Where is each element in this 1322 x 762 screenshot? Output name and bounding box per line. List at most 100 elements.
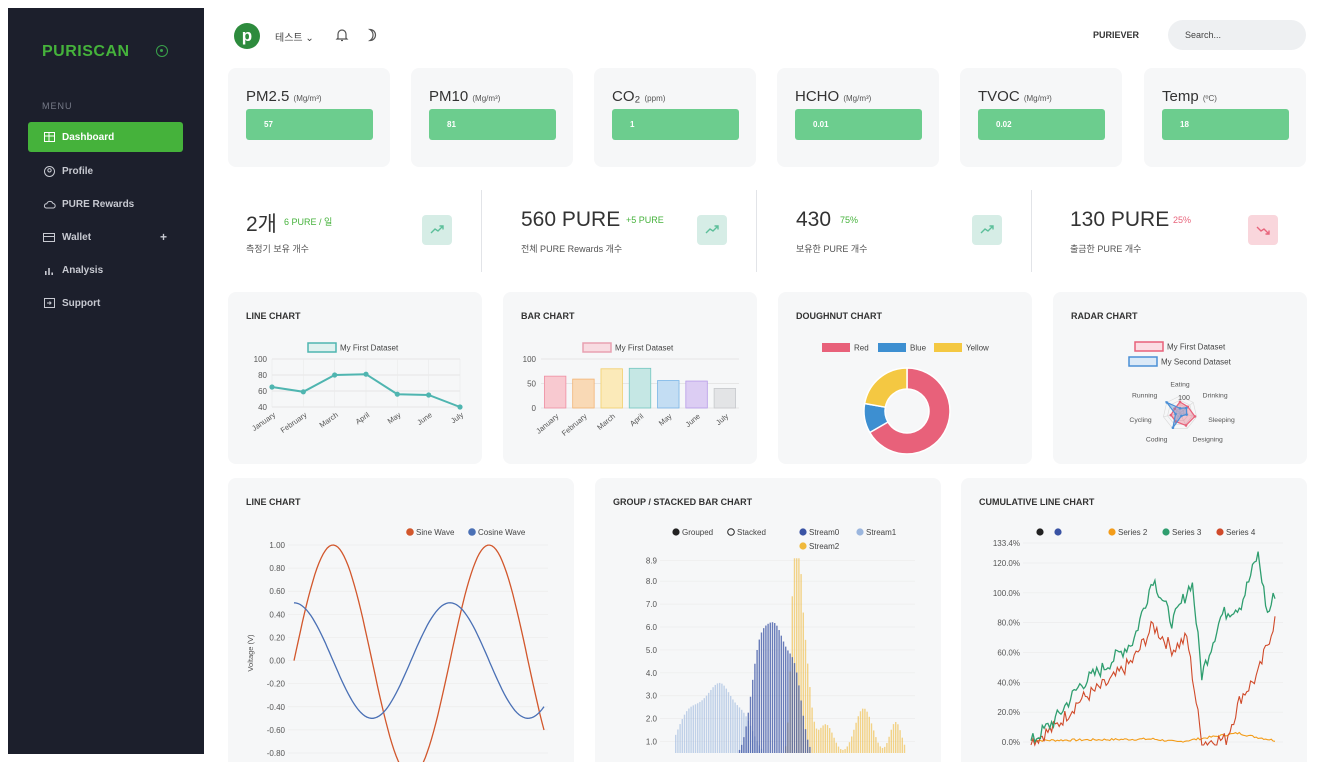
legend-label: Yellow bbox=[966, 344, 989, 353]
bar bbox=[677, 729, 679, 753]
x-tick-label: March bbox=[318, 410, 340, 429]
bar bbox=[899, 730, 901, 753]
expand-icon[interactable]: + bbox=[160, 230, 167, 244]
y-tick-label: 0.80 bbox=[269, 564, 285, 573]
data-point bbox=[363, 371, 369, 377]
target-icon[interactable] bbox=[156, 45, 168, 57]
metric-unit: (Mg/m³) bbox=[843, 94, 872, 103]
card-cumulative-chart: CUMULATIVE LINE CHART 133.4% 120.0% 100.0%… bbox=[961, 478, 1307, 762]
sidebar-item-label: Dashboard bbox=[62, 131, 115, 143]
bar bbox=[903, 744, 906, 753]
legend-marker bbox=[406, 528, 414, 536]
bar bbox=[776, 625, 778, 753]
bar bbox=[890, 729, 892, 753]
bar bbox=[824, 724, 826, 753]
support-icon bbox=[42, 297, 56, 309]
moon-icon[interactable] bbox=[365, 27, 379, 43]
y-tick-label: 0.40 bbox=[269, 610, 285, 619]
search-input[interactable] bbox=[1168, 20, 1306, 50]
divider bbox=[756, 190, 757, 272]
data-point bbox=[457, 404, 463, 410]
data-point bbox=[1169, 413, 1173, 417]
y-tick-label: 3.0 bbox=[646, 692, 658, 701]
metric-value-bar: 0.02 bbox=[978, 109, 1105, 140]
sidebar-item-label: Support bbox=[62, 297, 101, 309]
card-bar-chart: BAR CHART 100 50 0 My First Dataset January F… bbox=[503, 292, 757, 464]
legend-label: My Second Dataset bbox=[1161, 358, 1232, 367]
stat-caption: 측정기 보유 개수 bbox=[246, 244, 309, 254]
sidebar-item-pure-rewards[interactable]: PURE Rewards bbox=[28, 189, 183, 219]
x-tick-label: January bbox=[250, 410, 277, 433]
bar bbox=[657, 380, 680, 409]
stacked-bar-chart: 8.9 8.0 7.0 6.0 5.0 4.0 3.0 2.0 1.0 Grouped Stacke… bbox=[646, 528, 915, 753]
axis-label: Designing bbox=[1193, 437, 1223, 444]
bar bbox=[842, 749, 844, 753]
bar bbox=[866, 711, 868, 753]
bar bbox=[796, 672, 798, 753]
bar bbox=[752, 679, 754, 753]
bar bbox=[721, 683, 723, 753]
sidebar-item-profile[interactable]: Profile bbox=[28, 156, 183, 186]
bar bbox=[809, 746, 811, 753]
metric-card-hcho: HCHO (Mg/m³) 0.01 bbox=[777, 68, 939, 167]
y-tick-label: 8.0 bbox=[646, 577, 658, 586]
series-line bbox=[1030, 551, 1276, 744]
app-logo[interactable]: p bbox=[234, 23, 260, 49]
y-tick-label: 60.0% bbox=[997, 648, 1020, 657]
bar bbox=[767, 623, 769, 753]
username-label[interactable]: PURIEVER bbox=[1093, 30, 1139, 40]
card-doughnut-chart: DOUGHNUT CHART Red Blue Yellow bbox=[778, 292, 1032, 464]
legend-marker bbox=[799, 528, 807, 536]
y-tick-label: 20.0% bbox=[997, 708, 1020, 717]
y-tick-label: 7.0 bbox=[646, 600, 658, 609]
bell-icon[interactable] bbox=[335, 27, 349, 43]
legend-swatch bbox=[582, 342, 612, 353]
legend-label: My First Dataset bbox=[340, 344, 399, 353]
bar bbox=[789, 653, 791, 753]
metric-card-pm25: PM2.5 (Mg/m³) 57 bbox=[228, 68, 390, 167]
bar bbox=[690, 706, 692, 753]
bar bbox=[807, 663, 809, 753]
legend-label: Series 2 bbox=[1118, 528, 1148, 537]
x-tick-label: January bbox=[534, 411, 560, 435]
metric-value-bar: 18 bbox=[1162, 109, 1289, 140]
bar bbox=[846, 746, 848, 753]
bar bbox=[572, 378, 595, 409]
bar bbox=[774, 623, 776, 753]
sidebar-item-analysis[interactable]: Analysis bbox=[28, 255, 183, 285]
data-point bbox=[1193, 415, 1197, 418]
y-tick-label: 100 bbox=[523, 355, 537, 364]
data-point bbox=[1185, 413, 1188, 416]
bar bbox=[873, 730, 875, 753]
bar bbox=[780, 635, 782, 753]
bar bbox=[710, 689, 712, 753]
sidebar-item-support[interactable]: Support bbox=[28, 288, 183, 318]
bar bbox=[679, 724, 681, 753]
y-tick-label: 0.0% bbox=[1002, 738, 1020, 747]
bar bbox=[800, 700, 802, 753]
device-selector[interactable]: 테스트 ⌄ bbox=[275, 29, 314, 44]
profile-icon bbox=[42, 165, 56, 177]
legend-swatch bbox=[1128, 356, 1158, 367]
sidebar-item-dashboard[interactable]: Dashboard bbox=[28, 122, 183, 152]
card-wave-chart: LINE CHART 1.00 0.80 0.60 0.40 0.20 0.00 -0.20… bbox=[228, 478, 574, 762]
stat-delta: 75% bbox=[840, 215, 859, 225]
legend-marker bbox=[672, 528, 680, 536]
axis-label: Drinking bbox=[1203, 392, 1228, 399]
bar bbox=[765, 625, 767, 753]
y-tick-label: 4.0 bbox=[646, 669, 658, 678]
y-tick-label: 100.0% bbox=[993, 589, 1020, 598]
y-tick-label: 50 bbox=[527, 380, 536, 389]
bar bbox=[628, 367, 652, 409]
data-point bbox=[1165, 401, 1169, 404]
bar bbox=[855, 722, 857, 753]
bar bbox=[892, 724, 895, 753]
bar bbox=[848, 742, 851, 753]
x-tick-label: June bbox=[684, 412, 702, 429]
bar bbox=[712, 687, 714, 753]
data-point bbox=[1171, 426, 1175, 430]
y-tick-label: 1.0 bbox=[646, 738, 658, 747]
sidebar-item-wallet[interactable]: Wallet + bbox=[28, 222, 183, 252]
bar bbox=[723, 685, 725, 753]
legend-marker bbox=[1216, 528, 1224, 536]
